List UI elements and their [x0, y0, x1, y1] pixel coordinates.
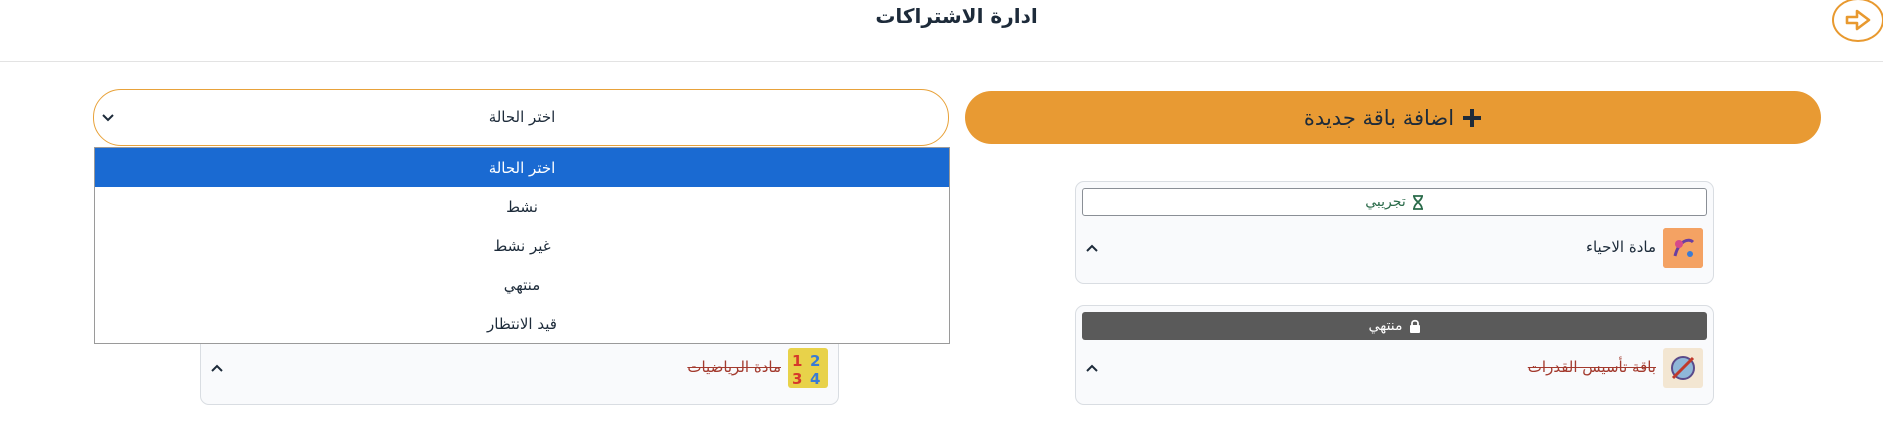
- card-title: مادة الاحياء: [1585, 238, 1656, 256]
- status-dropdown: اختر الحالة نشط غير نشط منتهي قيد الانتظ…: [94, 147, 950, 344]
- math-numbers-icon: 1 2 3 4: [788, 348, 828, 388]
- subscription-card: منتهي باقة تأسيس القدرات: [1075, 305, 1714, 405]
- chevron-up-icon[interactable]: [1082, 238, 1102, 258]
- add-package-button[interactable]: اضافة باقة جديدة: [965, 91, 1821, 144]
- chevron-up-icon[interactable]: [207, 358, 227, 378]
- badge-label: منتهي: [1368, 318, 1403, 334]
- status-badge: منتهي: [1082, 312, 1707, 340]
- add-package-label: اضافة باقة جديدة: [1303, 105, 1455, 130]
- status-badge: تجريبي: [1082, 188, 1707, 216]
- status-option[interactable]: اختر الحالة: [95, 148, 949, 187]
- page-title: ادارة الاشتراكات: [875, 4, 1038, 28]
- svg-text:1: 1: [792, 352, 802, 370]
- subscriptions-page: ادارة الاشتراكات اضافة باقة جديدة اختر ا…: [0, 0, 1883, 432]
- status-option[interactable]: غير نشط: [95, 226, 949, 265]
- status-option[interactable]: قيد الانتظار: [95, 304, 949, 343]
- status-select-value: اختر الحالة: [488, 108, 556, 126]
- chevron-up-icon[interactable]: [1082, 358, 1102, 378]
- svg-text:2: 2: [810, 352, 820, 370]
- status-option[interactable]: منتهي: [95, 265, 949, 304]
- svg-text:3: 3: [792, 370, 802, 388]
- back-button[interactable]: [1832, 0, 1883, 42]
- subscription-card: تجريبي مادة الاحياء: [1075, 181, 1714, 284]
- status-option[interactable]: نشط: [95, 187, 949, 226]
- card-title: باقة تأسيس القدرات: [1527, 358, 1656, 376]
- page-header: ادارة الاشتراكات: [0, 0, 1883, 62]
- card-title: مادة الرياضيات: [687, 358, 781, 376]
- lock-icon: [1409, 319, 1420, 333]
- abilities-icon: [1663, 348, 1703, 388]
- badge-label: تجريبي: [1365, 194, 1406, 210]
- arrow-right-circle-icon: [1845, 9, 1871, 31]
- plus-icon: [1463, 108, 1482, 127]
- biology-icon: [1663, 228, 1703, 268]
- hourglass-icon: [1412, 194, 1423, 210]
- svg-text:4: 4: [810, 370, 820, 388]
- status-select[interactable]: اختر الحالة: [93, 89, 949, 146]
